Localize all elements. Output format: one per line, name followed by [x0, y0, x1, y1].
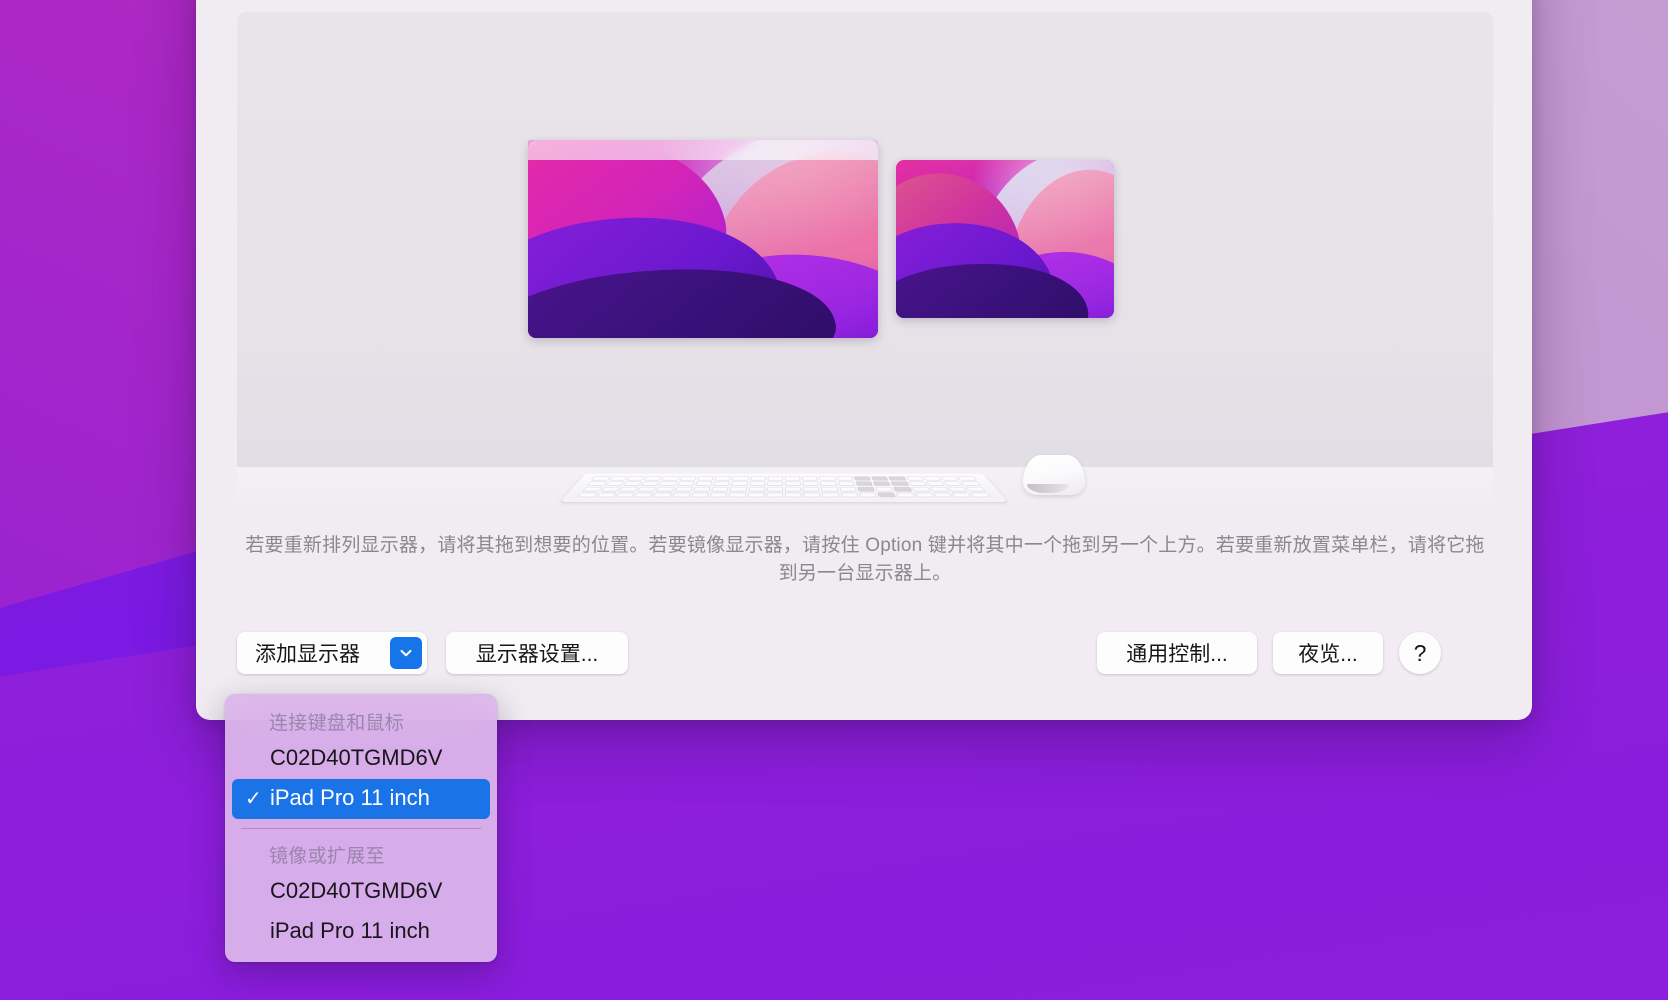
night-shift-label: 夜览...	[1298, 643, 1358, 666]
universal-control-button[interactable]: 通用控制...	[1097, 632, 1257, 674]
wallpaper-ridge-bright	[979, 245, 1114, 318]
wallpaper-ridge-pink	[1002, 163, 1114, 318]
display-thumbnail-main[interactable]	[528, 140, 878, 338]
wallpaper-ridge-violet	[896, 206, 1064, 318]
wallpaper-ridge-deep	[528, 244, 844, 338]
add-display-button[interactable]: 添加显示器	[237, 632, 427, 674]
wallpaper-ridge-magenta	[528, 140, 739, 338]
displays-settings-window: 若要重新排列显示器，请将其拖到想要的位置。若要镜像显示器，请按住 Option …	[196, 0, 1532, 720]
main-display-wallpaper	[528, 140, 878, 338]
keyboard-illustration	[560, 456, 1008, 502]
checkmark-icon: ✓	[245, 788, 262, 810]
universal-control-label: 通用控制...	[1126, 643, 1228, 666]
display-settings-label: 显示器设置...	[475, 643, 599, 666]
add-display-dropdown-menu[interactable]: 连接键盘和鼠标 C02D40TGMD6V ✓ iPad Pro 11 inch …	[225, 694, 497, 962]
menu-item-mirror-mac[interactable]: C02D40TGMD6V	[232, 872, 490, 912]
bottom-button-row: 添加显示器 显示器设置... 通用控制... 夜览... ?	[237, 632, 1493, 676]
menu-item-connect-ipad[interactable]: ✓ iPad Pro 11 inch	[232, 779, 490, 819]
menu-item-label: iPad Pro 11 inch	[270, 785, 430, 810]
display-thumbnail-secondary[interactable]	[896, 160, 1114, 318]
chevron-down-icon[interactable]	[390, 637, 422, 669]
mouse-illustration	[1023, 455, 1085, 495]
wallpaper-ridge-pink	[701, 142, 878, 338]
wallpaper-ridge-deep	[896, 248, 1095, 318]
desktop-wallpaper: 若要重新排列显示器，请将其拖到想要的位置。若要镜像显示器，请按住 Option …	[0, 0, 1668, 1000]
arrangement-hint-text: 若要重新排列显示器，请将其拖到想要的位置。若要镜像显示器，请按住 Option …	[245, 535, 1485, 584]
secondary-display-wallpaper	[896, 160, 1114, 318]
wallpaper-ridge-bright	[663, 245, 878, 338]
help-label: ?	[1413, 639, 1427, 666]
display-arrangement-panel[interactable]	[237, 12, 1493, 517]
wallpaper-ridge-light	[959, 160, 1114, 318]
menu-item-label: C02D40TGMD6V	[270, 745, 443, 770]
menu-separator	[241, 828, 481, 829]
wallpaper-ridge-light	[633, 140, 878, 338]
wallpaper-ridge-magenta	[896, 160, 1031, 318]
menu-item-label: iPad Pro 11 inch	[270, 918, 430, 943]
display-settings-button[interactable]: 显示器设置...	[446, 632, 628, 674]
keyboard-body	[560, 473, 1008, 502]
menu-section-header-mirror: 镜像或扩展至	[269, 846, 385, 867]
menu-item-connect-mac[interactable]: C02D40TGMD6V	[232, 739, 490, 779]
add-display-label: 添加显示器	[255, 643, 360, 666]
menu-item-label: C02D40TGMD6V	[270, 878, 443, 903]
display-menubar-strip[interactable]	[528, 140, 878, 160]
menu-section-header-connect: 连接键盘和鼠标	[269, 713, 405, 734]
wallpaper-ridge-violet	[528, 191, 793, 338]
night-shift-button[interactable]: 夜览...	[1273, 632, 1383, 674]
help-button[interactable]: ?	[1399, 632, 1441, 674]
menu-item-mirror-ipad[interactable]: iPad Pro 11 inch	[232, 912, 490, 952]
